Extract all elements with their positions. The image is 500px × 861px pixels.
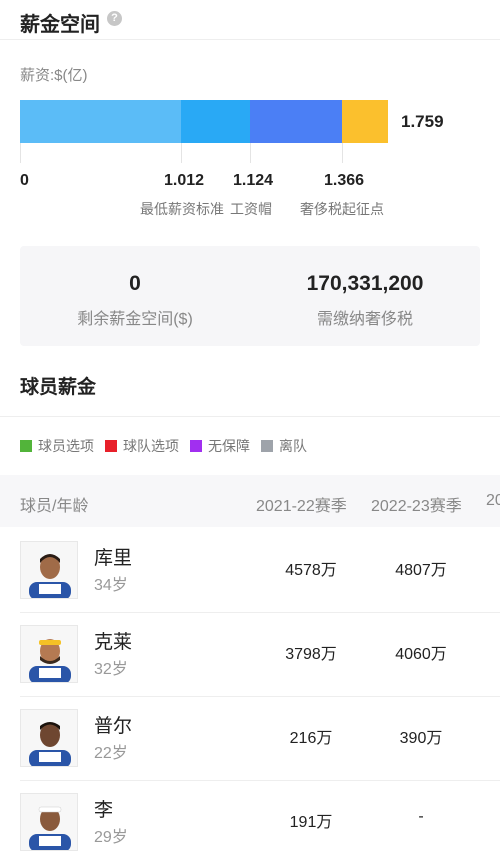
tick-label-min-salary: 最低薪资标准 — [140, 201, 224, 217]
legend-item-departed: 离队 — [261, 436, 307, 456]
legend-swatch — [105, 440, 117, 452]
gridline — [342, 143, 343, 163]
player-avatar — [20, 793, 78, 851]
player-avatar — [20, 709, 78, 767]
summary-card: 0 剩余薪金空间($) 170,331,200 需缴纳奢侈税 — [20, 246, 480, 346]
salary-2022-23: - — [418, 808, 424, 825]
column-header-2021-22[interactable]: 2021-22赛季 — [256, 492, 347, 516]
legend-label: 无保障 — [208, 438, 250, 454]
player-age: 32岁 — [94, 661, 128, 678]
remaining-space-label: 剩余薪金空间($) — [77, 311, 193, 328]
bar-segment-tax-threshold — [250, 100, 342, 143]
player-name[interactable]: 克莱 — [94, 627, 132, 654]
salary-2021-22: 3798万 — [285, 646, 337, 663]
cap-total-value: 1.759 — [401, 112, 444, 131]
divider — [0, 416, 500, 417]
table-row[interactable]: 普尔 22岁 216万 390万 — [0, 697, 500, 781]
bar-segment-salary-cap — [181, 100, 250, 143]
salary-2022-23: 390万 — [399, 730, 443, 747]
table-row[interactable]: 克莱 32岁 3798万 4060万 — [0, 613, 500, 697]
column-header-player[interactable]: 球员/年龄 — [20, 492, 88, 516]
salary-2022-23: 4807万 — [395, 562, 447, 579]
player-age: 34岁 — [94, 577, 128, 594]
legend-swatch — [261, 440, 273, 452]
gridline — [20, 143, 21, 163]
header: 薪金空间 ? — [0, 0, 500, 40]
gridline — [181, 143, 182, 163]
tick-value-min-salary: 1.012 — [164, 172, 205, 189]
tick-value-salary-cap: 1.124 — [233, 172, 274, 189]
legend-swatch — [190, 440, 202, 452]
salary-2021-22: 216万 — [289, 730, 333, 747]
legend-item-player-option: 球员选项 — [20, 436, 94, 456]
remaining-space-value: 0 — [129, 272, 141, 295]
player-avatar — [20, 625, 78, 683]
legend-label: 球队选项 — [123, 438, 179, 454]
table-row[interactable]: 库里 34岁 4578万 4807万 — [0, 529, 500, 613]
section-title-player-salary: 球员薪金 — [20, 377, 97, 398]
legend-item-team-option: 球队选项 — [105, 436, 179, 456]
salary-2022-23: 4060万 — [395, 646, 447, 663]
page-title: 薪金空间 — [20, 14, 100, 36]
player-avatar — [20, 541, 78, 599]
tick-label-tax-threshold: 奢侈税起征点 — [300, 201, 384, 217]
tick-value-tax-threshold: 1.366 — [324, 172, 365, 189]
legend-item-non-guaranteed: 无保障 — [190, 436, 250, 456]
luxury-tax-label: 需缴纳奢侈税 — [316, 311, 413, 328]
gridline — [250, 143, 251, 163]
tick-label-salary-cap: 工资帽 — [230, 201, 272, 217]
player-age: 29岁 — [94, 829, 128, 846]
salary-table-header: 球员/年龄 2021-22赛季 2022-23赛季 20 — [0, 475, 500, 527]
table-row[interactable]: 李 29岁 191万 - — [0, 781, 500, 861]
salary-2021-22: 4578万 — [285, 562, 337, 579]
bar-segment-min-salary — [20, 100, 181, 143]
player-age: 22岁 — [94, 745, 128, 762]
legend-label: 离队 — [279, 438, 307, 454]
tick-value-zero: 0 — [20, 172, 29, 189]
legend-swatch — [20, 440, 32, 452]
cap-unit-label: 薪资:$(亿) — [20, 67, 88, 84]
player-name[interactable]: 普尔 — [94, 711, 132, 738]
column-header-next-season[interactable]: 20 — [486, 492, 500, 510]
contract-legend: 球员选项 球队选项 无保障 离队 — [20, 437, 318, 455]
legend-label: 球员选项 — [38, 438, 94, 454]
luxury-tax-value: 170,331,200 — [306, 272, 424, 295]
bar-gridlines — [20, 143, 388, 163]
help-icon[interactable]: ? — [107, 11, 122, 26]
column-header-2022-23[interactable]: 2022-23赛季 — [371, 492, 462, 516]
bar-segment-over-tax — [342, 100, 388, 143]
player-name[interactable]: 李 — [94, 795, 113, 822]
player-name[interactable]: 库里 — [94, 543, 132, 570]
salary-2021-22: 191万 — [289, 814, 333, 831]
